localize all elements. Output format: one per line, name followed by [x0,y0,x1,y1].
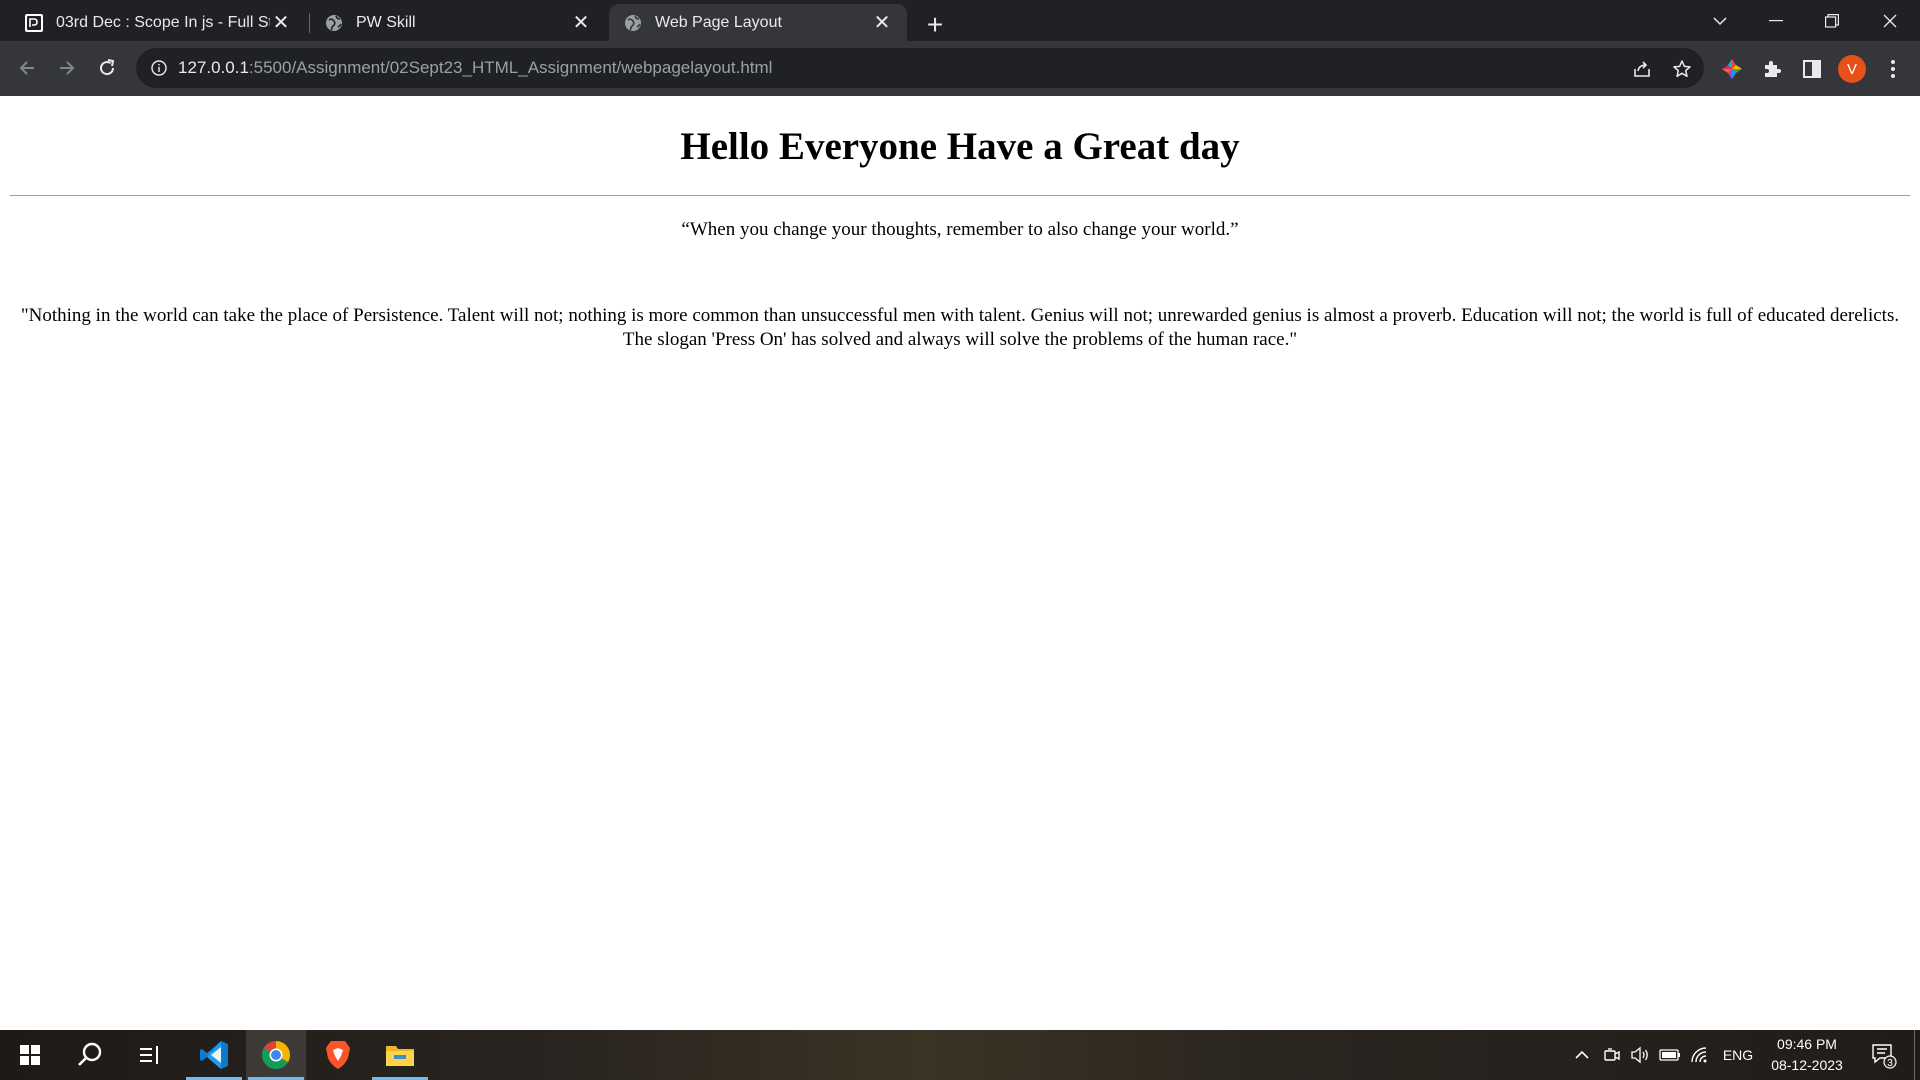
battery-icon[interactable] [1656,1030,1684,1080]
task-view-icon[interactable] [120,1030,180,1080]
close-window-icon[interactable] [1862,0,1918,41]
tab-scope-in-js[interactable]: 03rd Dec : Scope In js - Full Stack ✕ [10,4,306,41]
address-bar[interactable]: 127.0.0.1:5500/Assignment/02Sept23_HTML_… [136,48,1704,88]
brave-browser-icon[interactable] [308,1030,368,1080]
minimize-icon[interactable] [1748,0,1804,41]
quote-paragraph-1: “When you change your thoughts, remember… [681,219,1239,240]
quote-paragraph-2: "Nothing in the world can take the place… [20,305,1900,350]
color-picker-extension-icon[interactable] [1717,54,1747,84]
bookmark-star-icon[interactable] [1670,57,1694,81]
forward-arrow-icon[interactable] [48,49,86,87]
file-explorer-icon[interactable] [370,1030,430,1080]
taskbar-clock[interactable]: 09:46 PM 08-12-2023 [1762,1034,1852,1076]
clock-date: 08-12-2023 [1771,1057,1843,1073]
browser-toolbar: 127.0.0.1:5500/Assignment/02Sept23_HTML_… [0,41,1920,96]
browser-tab-strip: 03rd Dec : Scope In js - Full Stack ✕ PW… [0,0,1920,41]
globe-icon [324,13,344,33]
url-host: 127.0.0.1 [178,58,249,77]
horizontal-rule [10,195,1910,196]
language-indicator[interactable]: ENG [1718,1030,1758,1080]
clock-time: 09:46 PM [1777,1036,1837,1052]
pw-skills-logo-icon [24,13,44,33]
globe-icon [623,13,643,33]
profile-avatar[interactable]: V [1838,55,1866,83]
speaker-volume-icon[interactable] [1626,1030,1654,1080]
tab-title: 03rd Dec : Scope In js - Full Stack [56,13,270,31]
close-icon[interactable]: ✕ [570,12,592,34]
chevron-up-icon[interactable] [1568,1030,1596,1080]
tab-pw-skill[interactable]: PW Skill ✕ [310,4,606,41]
close-icon[interactable]: ✕ [270,12,292,34]
kebab-menu-icon[interactable] [1878,54,1908,84]
windows-taskbar: ENG 09:46 PM 08-12-2023 3 [0,1030,1920,1080]
share-icon[interactable] [1630,57,1654,81]
side-panel-icon[interactable] [1797,54,1827,84]
url-path: :5500/Assignment/02Sept23_HTML_Assignmen… [248,58,773,77]
tab-web-page-layout[interactable]: Web Page Layout ✕ [609,4,907,41]
search-icon[interactable] [60,1030,120,1080]
notification-count: 3 [1887,1058,1893,1069]
tab-title: Web Page Layout [655,13,782,31]
meet-now-icon[interactable] [1598,1030,1626,1080]
close-icon[interactable]: ✕ [871,12,893,34]
tab-title: PW Skill [356,13,416,31]
web-page-viewport: Hello Everyone Have a Great day “When yo… [0,96,1920,1030]
show-desktop-button[interactable] [1914,1030,1920,1080]
tab-search-chevron-icon[interactable] [1692,0,1748,41]
restore-icon[interactable] [1804,0,1860,41]
windows-start-icon[interactable] [0,1030,60,1080]
chrome-icon[interactable] [246,1030,306,1080]
notification-center-icon[interactable]: 3 [1864,1030,1904,1080]
site-info-icon[interactable] [150,59,168,77]
url-text: 127.0.0.1:5500/Assignment/02Sept23_HTML_… [178,58,772,78]
vscode-icon[interactable] [184,1030,244,1080]
new-tab-button[interactable]: + [918,8,952,42]
extensions-puzzle-icon[interactable] [1757,54,1787,84]
back-arrow-icon[interactable] [8,49,46,87]
page-heading: Hello Everyone Have a Great day [680,125,1240,168]
wifi-icon[interactable] [1686,1030,1714,1080]
reload-icon[interactable] [88,49,126,87]
